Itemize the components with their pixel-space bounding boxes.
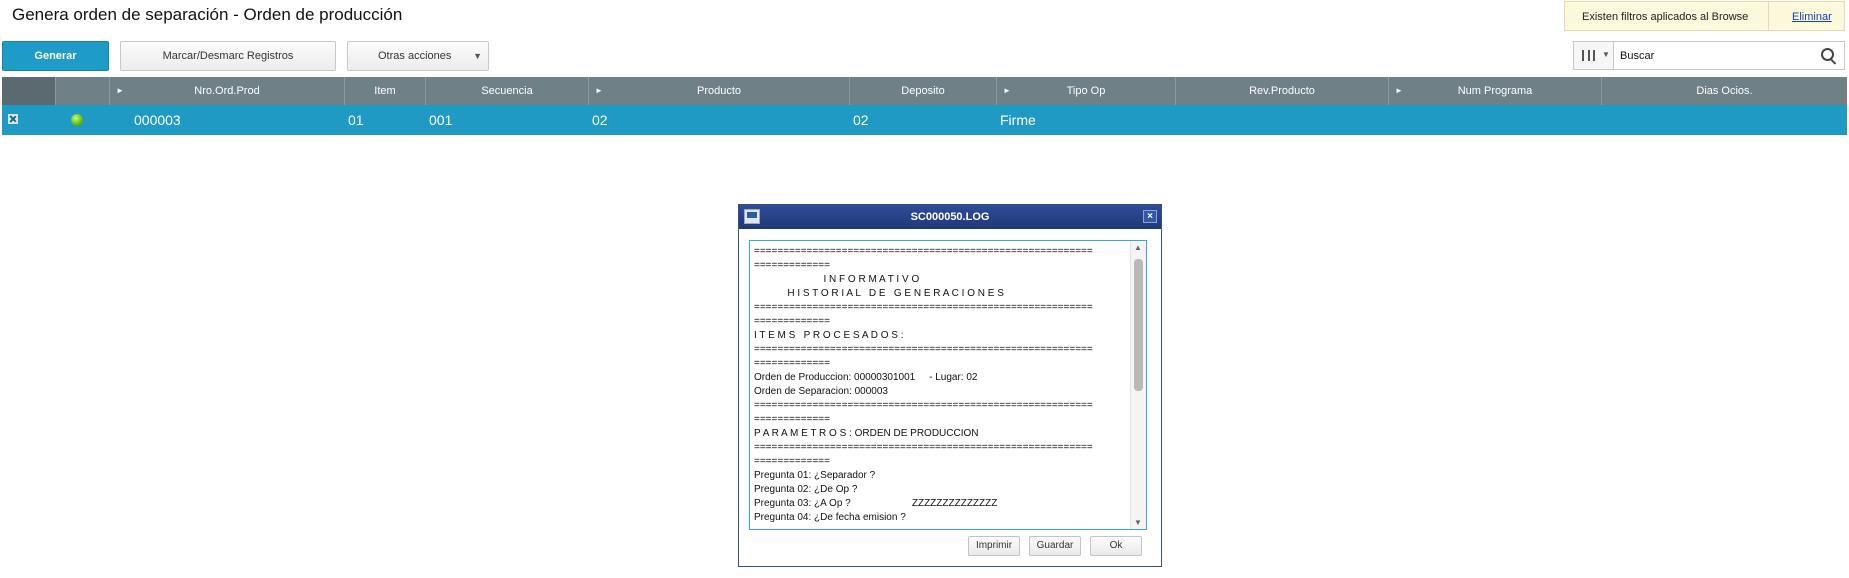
header-tipo-op[interactable]: ► Tipo Op xyxy=(997,77,1176,105)
header-label: Nro.Ord.Prod xyxy=(194,85,260,97)
cell-tipo-op: Firme xyxy=(1000,112,1036,128)
search-icon[interactable] xyxy=(1821,48,1834,61)
expand-arrow-icon: ► xyxy=(1003,86,1011,95)
filter-notice-divider xyxy=(1768,2,1769,30)
header-secuencia[interactable]: Secuencia xyxy=(426,77,589,105)
filter-notice: Existen filtros aplicados al Browse Elim… xyxy=(1564,1,1845,31)
cell-dias-ocios xyxy=(1602,105,1847,135)
header-dias-ocios[interactable]: Dias Ocios. xyxy=(1602,77,1847,105)
ok-button[interactable]: Ok xyxy=(1090,536,1142,556)
page-title: Genera orden de separación - Orden de pr… xyxy=(12,5,403,24)
log-text-area[interactable]: ========================================… xyxy=(749,240,1147,530)
print-button[interactable]: Imprimir xyxy=(968,536,1020,556)
table-row[interactable]: 000003 01 001 02 02 Firme xyxy=(2,105,1847,135)
columns-selector[interactable]: ▼ xyxy=(1574,42,1614,69)
header-producto[interactable]: ► Producto xyxy=(589,77,850,105)
window-icon xyxy=(744,209,760,224)
search-bar: ▼ xyxy=(1573,41,1845,70)
header-deposito[interactable]: Deposito xyxy=(850,77,997,105)
cell-item: 01 xyxy=(348,112,364,128)
header-label: Producto xyxy=(696,85,742,97)
grid-header: ► Nro.Ord.Prod Item Secuencia ► Producto D… xyxy=(2,77,1847,105)
chevron-down-icon: ▼ xyxy=(473,51,482,61)
expand-arrow-icon: ► xyxy=(1395,86,1403,95)
other-actions-button[interactable]: Otras acciones ▼ xyxy=(347,41,489,71)
header-nro-ord-prod[interactable]: ► Nro.Ord.Prod xyxy=(110,77,345,105)
header-label: Tipo Op xyxy=(1066,85,1106,97)
mark-unmark-button[interactable]: Marcar/Desmarc Registros xyxy=(120,41,336,71)
save-button[interactable]: Guardar xyxy=(1029,536,1081,556)
expand-arrow-icon: ► xyxy=(116,86,124,95)
cell-nro-ord-prod: 000003 xyxy=(134,112,181,128)
header-item[interactable]: Item xyxy=(345,77,426,105)
scrollbar-thumb[interactable] xyxy=(1134,259,1143,391)
header-select-all[interactable] xyxy=(2,77,56,105)
expand-arrow-icon: ► xyxy=(595,86,603,95)
columns-icon xyxy=(1582,50,1595,61)
scroll-down-icon[interactable]: ▼ xyxy=(1134,518,1142,527)
header-label: Dias Ocios. xyxy=(1696,85,1753,97)
header-label: Rev.Producto xyxy=(1249,85,1315,97)
log-dialog: SC000050.LOG × =========================… xyxy=(738,204,1162,567)
header-label: Num Programa xyxy=(1457,85,1533,97)
scroll-up-icon[interactable]: ▲ xyxy=(1134,243,1142,252)
cell-producto: 02 xyxy=(592,112,608,128)
header-label: Item xyxy=(374,85,396,97)
remove-filters-link[interactable]: Eliminar xyxy=(1792,11,1832,23)
header-num-programa[interactable]: ► Num Programa xyxy=(1389,77,1602,105)
row-checkbox[interactable] xyxy=(8,114,18,124)
close-icon[interactable]: × xyxy=(1143,210,1157,223)
log-text: ========================================… xyxy=(754,246,1093,523)
generate-button[interactable]: Generar xyxy=(2,41,109,71)
cell-deposito: 02 xyxy=(853,112,869,128)
chevron-down-icon: ▼ xyxy=(1602,50,1610,59)
filter-notice-text: Existen filtros aplicados al Browse xyxy=(1582,11,1749,23)
vertical-scrollbar[interactable]: ▲ ▼ xyxy=(1130,241,1146,529)
header-rev-producto[interactable]: Rev.Producto xyxy=(1176,77,1389,105)
cell-rev-producto xyxy=(1176,105,1389,135)
status-led-icon xyxy=(71,114,83,126)
cell-secuencia: 001 xyxy=(429,112,453,128)
cell-num-programa xyxy=(1389,105,1602,135)
dialog-title-bar[interactable]: SC000050.LOG × xyxy=(739,205,1161,229)
header-status[interactable] xyxy=(56,77,110,105)
header-label: Secuencia xyxy=(481,85,533,97)
dialog-title: SC000050.LOG xyxy=(910,211,990,223)
header-label: Deposito xyxy=(901,85,945,97)
other-actions-label: Otras acciones xyxy=(378,50,452,62)
search-input[interactable] xyxy=(1618,46,1812,66)
